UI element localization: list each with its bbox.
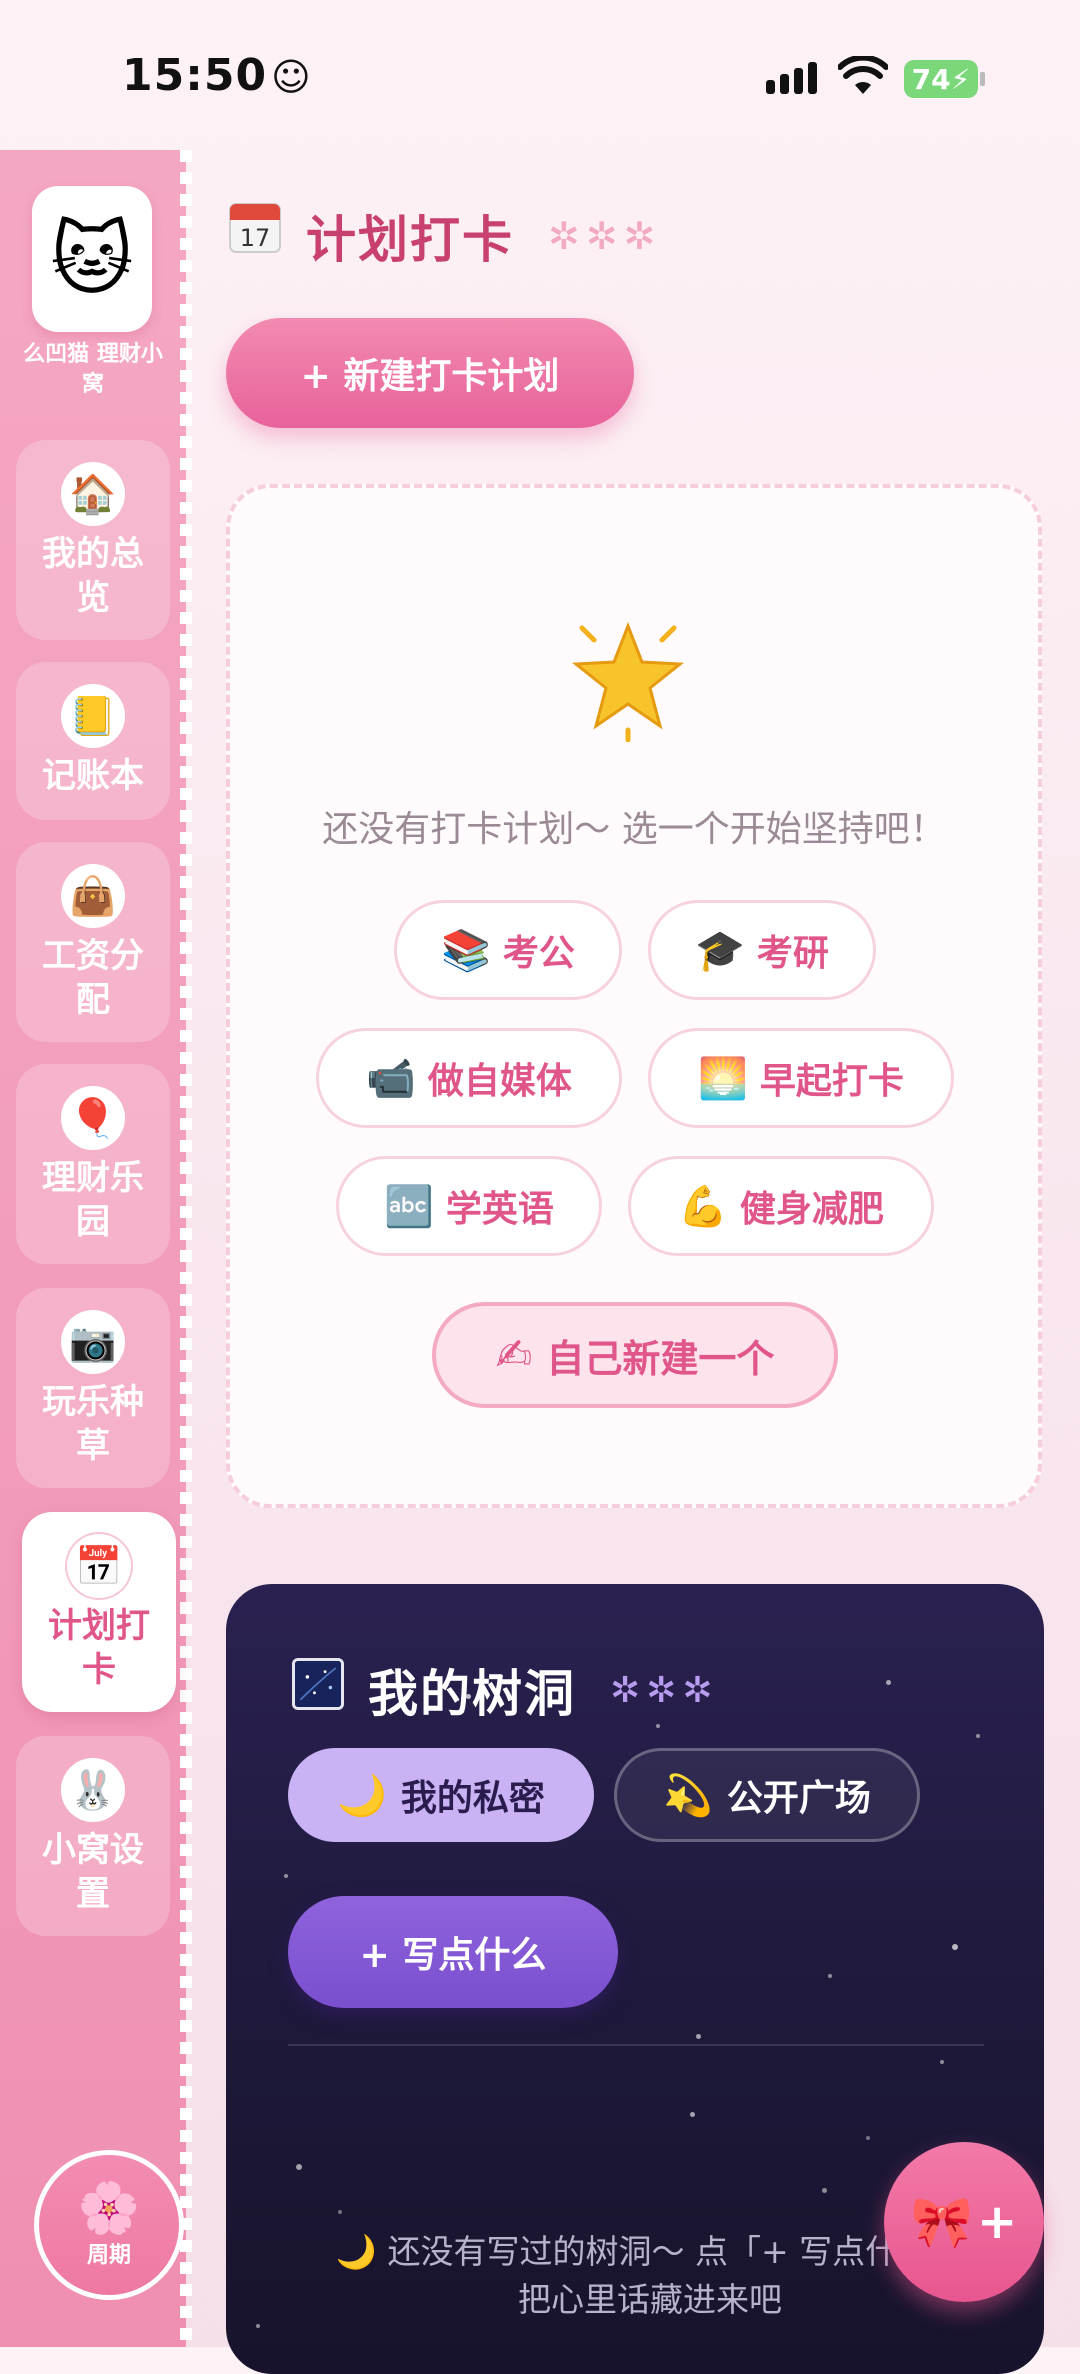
sidebar-scallop-edge xyxy=(180,150,192,2347)
sidebar-item-settings[interactable]: 🐰 小窝设置 xyxy=(16,1736,170,1936)
sidebar-item-salary[interactable]: 👜 工资分配 xyxy=(16,842,170,1042)
sparkle xyxy=(656,1724,660,1728)
sidebar-item-label: 我的总览 xyxy=(42,534,144,618)
status-time: 15:50 ☺ xyxy=(122,50,312,101)
kitty-camera-icon: 📷 xyxy=(61,1310,125,1374)
hello-kitty-logo-icon: 🐱 xyxy=(50,212,134,306)
chip-label: 考公 xyxy=(502,933,575,974)
sidebar-item-label: 理财乐园 xyxy=(42,1158,144,1242)
tab-public-square[interactable]: 💫 公开广场 xyxy=(614,1748,920,1842)
sparkle xyxy=(952,1944,958,1950)
title-decoration-stars: ✲✲✲ xyxy=(548,214,662,258)
tree-empty-line-2: 把心里话藏进来吧 xyxy=(518,2280,782,2319)
custom-plan-label: 自己新建一个 xyxy=(546,1336,775,1381)
cherry-blossom-icon: 🌸 xyxy=(77,2179,141,2237)
crescent-moon-icon: 🌙 xyxy=(337,1772,387,1819)
app-name: 么凹猫 理财小窝 xyxy=(23,342,163,397)
plus-icon: + xyxy=(977,2194,1018,2250)
sidebar-item-label: 记账本 xyxy=(42,756,144,796)
books-icon: 📚 xyxy=(441,927,491,974)
tree-hole-title: 我的树洞 xyxy=(368,1665,576,1723)
sparkle xyxy=(828,1974,832,1978)
glowing-star-icon xyxy=(571,621,685,742)
sparkle xyxy=(296,2164,302,2170)
sidebar-item-label: 计划打卡 xyxy=(48,1606,150,1690)
chip-label: 考研 xyxy=(756,933,829,974)
tab-label: 我的私密 xyxy=(400,1778,545,1819)
plans-empty-text: 还没有打卡计划～ 选一个开始坚持吧！ xyxy=(322,809,946,850)
sunrise-icon: 🌅 xyxy=(698,1055,748,1102)
sidebar-item-finance-park[interactable]: 🎈 理财乐园 xyxy=(16,1064,170,1264)
sparkle xyxy=(976,1734,980,1738)
video-camera-icon: 📹 xyxy=(366,1055,416,1102)
page-title: 计划打卡 xyxy=(306,211,514,269)
sidebar-item-leisure[interactable]: 📷 玩乐种草 xyxy=(16,1288,170,1488)
chip-label: 早起打卡 xyxy=(759,1061,904,1102)
sidebar-item-label: 玩乐种草 xyxy=(42,1382,144,1466)
sparkle xyxy=(696,2034,701,2039)
sidebar-item-ledger[interactable]: 📒 记账本 xyxy=(16,662,170,820)
sparkle xyxy=(284,1874,288,1878)
abc-icon: 🔤 xyxy=(384,1183,434,1230)
cycle-label: 周期 xyxy=(86,2243,131,2268)
kitty-notebook-icon: 📒 xyxy=(61,684,125,748)
status-bar: 15:50 ☺ 74 ⚡ xyxy=(0,0,1080,150)
chip-label: 学英语 xyxy=(445,1189,554,1230)
new-plan-button[interactable]: + 新建打卡计划 xyxy=(226,318,634,428)
flexed-biceps-icon: 💪 xyxy=(678,1183,728,1230)
template-chip-fitness[interactable]: 💪 健身减肥 xyxy=(628,1156,934,1256)
sparkle xyxy=(822,2188,827,2193)
kitty-bunny-icon: 🐰 xyxy=(61,1758,125,1822)
add-fab-button[interactable]: 🎀 + xyxy=(884,2142,1044,2302)
kitty-balloon-icon: 🎈 xyxy=(61,1086,125,1150)
custom-plan-button[interactable]: ✍ 自己新建一个 xyxy=(432,1302,838,1408)
template-chip-media[interactable]: 📹 做自媒体 xyxy=(316,1028,622,1128)
svg-text:17: 17 xyxy=(240,224,271,252)
graduation-cap-icon: 🎓 xyxy=(695,927,745,974)
tree-hole-decoration-stars: ✲✲✲ xyxy=(610,1670,719,1711)
sparkle xyxy=(886,1680,891,1685)
tab-label: 公开广场 xyxy=(726,1778,871,1819)
sidebar-item-plan-checkin[interactable]: 📅 计划打卡 xyxy=(22,1512,176,1712)
sparkle xyxy=(256,2324,260,2328)
template-chip-grad-exam[interactable]: 🎓 考研 xyxy=(648,900,876,1000)
battery-tip xyxy=(980,72,985,86)
wifi-icon xyxy=(838,56,888,94)
sparkle xyxy=(940,2060,944,2064)
template-chip-early-rise[interactable]: 🌅 早起打卡 xyxy=(648,1028,954,1128)
sidebar-item-label: 小窝设置 xyxy=(42,1830,144,1914)
dizzy-star-icon: 💫 xyxy=(663,1772,713,1819)
calendar-icon: 17 xyxy=(229,203,281,253)
cellular-signal-icon xyxy=(766,62,817,94)
template-chip-civil-exam[interactable]: 📚 考公 xyxy=(394,900,622,1000)
battery-indicator: 74 ⚡ xyxy=(904,60,978,98)
template-chip-english[interactable]: 🔤 学英语 xyxy=(336,1156,602,1256)
sidebar-item-label: 工资分配 xyxy=(42,936,144,1020)
cycle-button[interactable]: 🌸 周期 xyxy=(34,2150,184,2300)
write-something-button[interactable]: + 写点什么 xyxy=(288,1896,618,2008)
writing-hand-icon: ✍ xyxy=(495,1329,533,1381)
smiley-icon: ☺ xyxy=(271,55,312,99)
kitty-bag-icon: 👜 xyxy=(61,864,125,928)
sidebar-item-overview[interactable]: 🏠 我的总览 xyxy=(16,440,170,640)
sparkle xyxy=(338,2210,342,2214)
chip-label: 健身减肥 xyxy=(739,1189,884,1230)
sparkle xyxy=(866,2136,870,2140)
night-sky-icon xyxy=(292,1658,344,1710)
tab-my-private[interactable]: 🌙 我的私密 xyxy=(288,1748,594,1842)
kitty-house-icon: 🏠 xyxy=(61,462,125,526)
chip-label: 做自媒体 xyxy=(427,1061,572,1102)
kitty-calendar-icon: 📅 xyxy=(67,1534,131,1598)
divider xyxy=(288,2044,984,2046)
app-logo[interactable]: 🐱 xyxy=(32,186,152,332)
sparkle xyxy=(690,2112,695,2117)
ribbon-bow-icon: 🎀 xyxy=(910,2192,974,2251)
